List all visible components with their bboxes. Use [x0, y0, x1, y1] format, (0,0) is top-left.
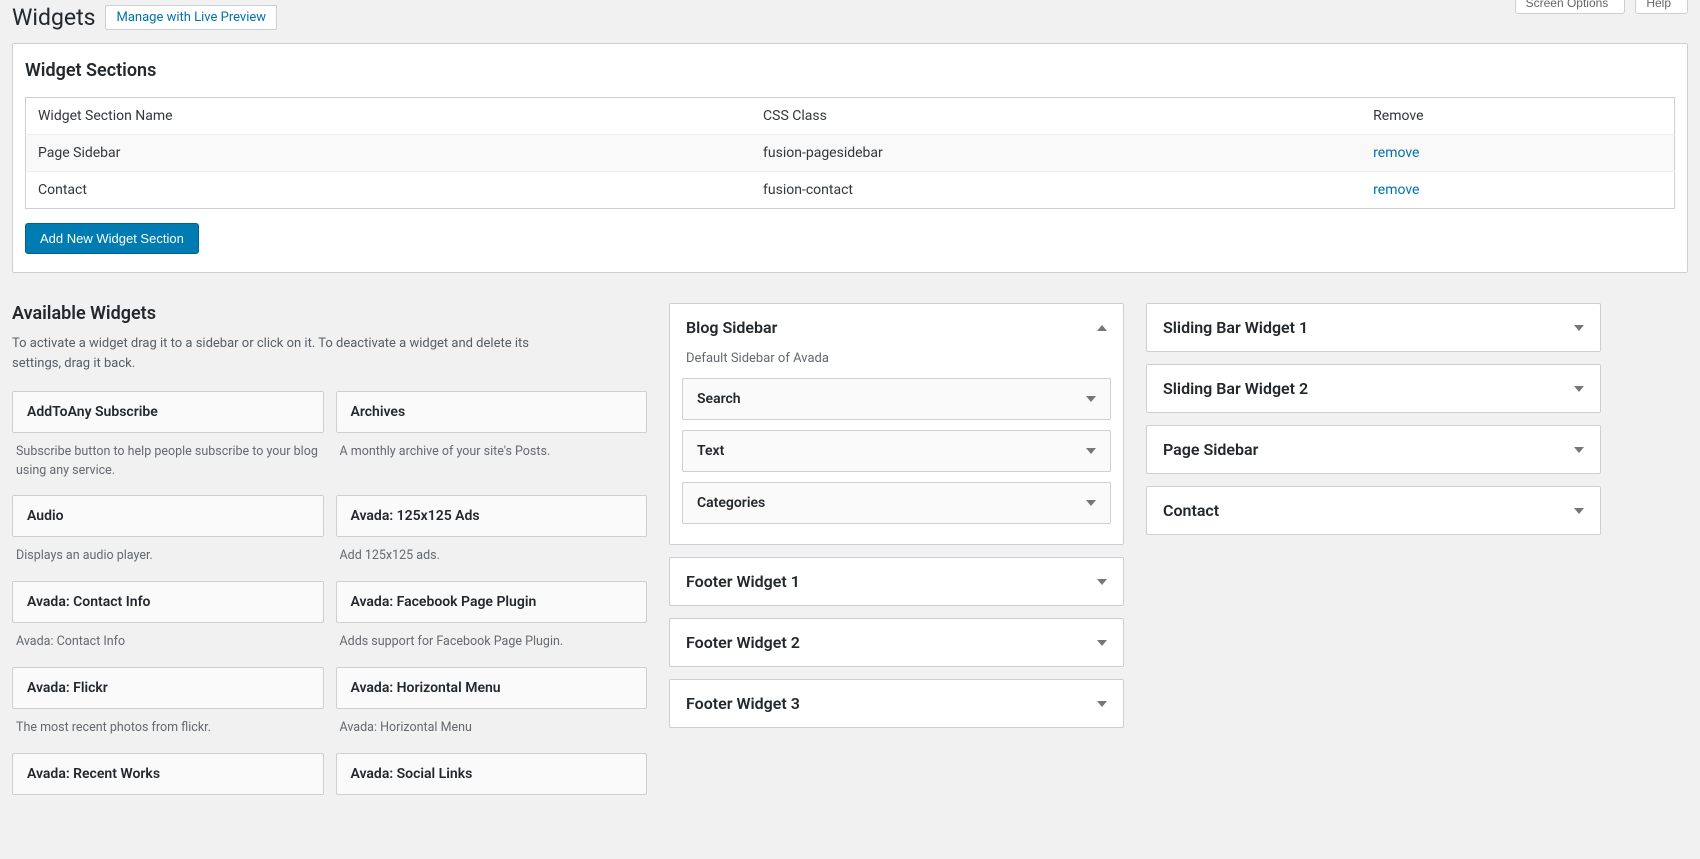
widget-sections-table: Widget Section Name CSS Class Remove Pag… — [25, 97, 1675, 209]
chevron-down-icon — [1086, 500, 1096, 506]
chevron-up-icon — [1097, 325, 1107, 331]
chevron-down-icon — [1574, 325, 1584, 331]
sidebar-toggle[interactable]: Footer Widget 1 — [670, 558, 1123, 605]
available-widget-desc: A monthly archive of your site's Posts. — [336, 433, 648, 477]
widget-sections-heading: Widget Sections — [25, 60, 1675, 81]
sidebar-title: Footer Widget 2 — [686, 633, 800, 652]
section-name: Contact — [26, 172, 752, 209]
sidebar-widget[interactable]: Text — [682, 430, 1111, 472]
table-row: Contact fusion-contact remove — [26, 172, 1675, 209]
available-widget-desc: Subscribe button to help people subscrib… — [12, 433, 324, 495]
sidebar-area: Footer Widget 3 — [669, 679, 1124, 728]
sidebar-area: Footer Widget 2 — [669, 618, 1124, 667]
col-remove: Remove — [1361, 98, 1674, 135]
available-widget[interactable]: Avada: Recent Works — [12, 753, 324, 795]
available-widgets-heading: Available Widgets — [12, 303, 647, 324]
chevron-down-icon — [1086, 396, 1096, 402]
widget-sections-panel: Widget Sections Widget Section Name CSS … — [12, 43, 1688, 273]
section-name: Page Sidebar — [26, 135, 752, 172]
available-widget[interactable]: Avada: Horizontal Menu — [336, 667, 648, 709]
available-widget-desc — [12, 795, 324, 839]
screen-options-button[interactable]: Screen Options — [1515, 0, 1626, 14]
sidebar-toggle[interactable]: Sliding Bar Widget 1 — [1147, 304, 1600, 351]
sidebar-widget[interactable]: Categories — [682, 482, 1111, 524]
available-widget[interactable]: Avada: 125x125 Ads — [336, 495, 648, 537]
sidebar-description: Default Sidebar of Avada — [670, 351, 1123, 378]
sidebar-title: Contact — [1163, 501, 1219, 520]
col-css: CSS Class — [751, 98, 1361, 135]
available-widget[interactable]: Archives — [336, 391, 648, 433]
available-widget-desc — [336, 795, 648, 839]
sidebar-widget[interactable]: Search — [682, 378, 1111, 420]
sidebar-area: Page Sidebar — [1146, 425, 1601, 474]
sidebar-toggle[interactable]: Footer Widget 3 — [670, 680, 1123, 727]
sidebar-title: Page Sidebar — [1163, 440, 1258, 459]
sidebar-widget-label: Categories — [697, 495, 765, 511]
available-widgets-desc: To activate a widget drag it to a sideba… — [12, 334, 572, 373]
available-widget-desc: The most recent photos from flickr. — [12, 709, 324, 753]
available-widget[interactable]: Avada: Facebook Page Plugin — [336, 581, 648, 623]
sidebar-widget-label: Text — [697, 443, 724, 459]
sidebar-toggle[interactable]: Blog Sidebar — [670, 304, 1123, 351]
available-widget-desc: Displays an audio player. — [12, 537, 324, 581]
sidebar-title: Footer Widget 1 — [686, 572, 800, 591]
available-widget-desc: Adds support for Facebook Page Plugin. — [336, 623, 648, 667]
sidebar-toggle[interactable]: Sliding Bar Widget 2 — [1147, 365, 1600, 412]
help-button[interactable]: Help — [1635, 0, 1688, 14]
chevron-down-icon — [1574, 386, 1584, 392]
remove-link[interactable]: remove — [1373, 182, 1419, 198]
table-row: Page Sidebar fusion-pagesidebar remove — [26, 135, 1675, 172]
sidebar-title: Blog Sidebar — [686, 318, 777, 337]
chevron-down-icon — [1097, 640, 1107, 646]
sidebar-title: Sliding Bar Widget 2 — [1163, 379, 1308, 398]
sidebar-area: Blog Sidebar Default Sidebar of Avada Sear… — [669, 303, 1124, 545]
available-widget-desc: Avada: Horizontal Menu — [336, 709, 648, 753]
page-title: Widgets — [12, 4, 95, 31]
sidebar-title: Footer Widget 3 — [686, 694, 800, 713]
available-widget[interactable]: Avada: Contact Info — [12, 581, 324, 623]
sidebar-toggle[interactable]: Page Sidebar — [1147, 426, 1600, 473]
chevron-down-icon — [1097, 701, 1107, 707]
section-css: fusion-pagesidebar — [751, 135, 1361, 172]
section-css: fusion-contact — [751, 172, 1361, 209]
manage-live-preview-button[interactable]: Manage with Live Preview — [105, 5, 277, 30]
sidebar-toggle[interactable]: Footer Widget 2 — [670, 619, 1123, 666]
sidebar-area: Contact — [1146, 486, 1601, 535]
sidebar-title: Sliding Bar Widget 1 — [1163, 318, 1308, 337]
chevron-down-icon — [1574, 447, 1584, 453]
available-widget-desc: Avada: Contact Info — [12, 623, 324, 667]
col-name: Widget Section Name — [26, 98, 752, 135]
chevron-down-icon — [1574, 508, 1584, 514]
available-widget[interactable]: Audio — [12, 495, 324, 537]
sidebar-area: Sliding Bar Widget 2 — [1146, 364, 1601, 413]
sidebar-area: Sliding Bar Widget 1 — [1146, 303, 1601, 352]
available-widget[interactable]: Avada: Flickr — [12, 667, 324, 709]
chevron-down-icon — [1086, 448, 1096, 454]
remove-link[interactable]: remove — [1373, 145, 1419, 161]
sidebar-widget-label: Search — [697, 391, 741, 407]
available-widget[interactable]: AddToAny Subscribe — [12, 391, 324, 433]
available-widget-desc: Add 125x125 ads. — [336, 537, 648, 581]
sidebar-toggle[interactable]: Contact — [1147, 487, 1600, 534]
add-widget-section-button[interactable]: Add New Widget Section — [25, 223, 199, 254]
available-widget[interactable]: Avada: Social Links — [336, 753, 648, 795]
sidebar-area: Footer Widget 1 — [669, 557, 1124, 606]
chevron-down-icon — [1097, 579, 1107, 585]
